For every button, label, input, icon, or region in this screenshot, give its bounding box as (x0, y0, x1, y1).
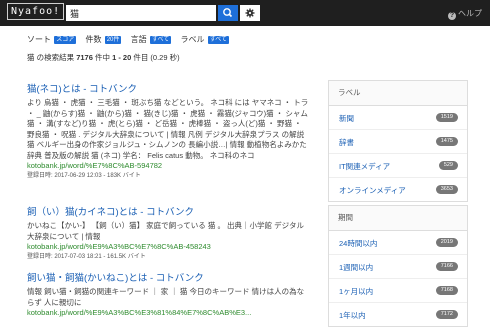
result-snippet: 情報 飼い猫・飼猫の関連キーワード ｜ 家 ｜ 猫 今日のキーワード 情けは人の… (27, 287, 305, 307)
count-badge: 2019 (435, 238, 458, 247)
site-logo[interactable]: Nyafoo! (7, 3, 65, 20)
period-item-label: 24時間以内 (339, 239, 378, 248)
panel-title: 期間 (329, 206, 467, 231)
label-item-label: 新聞 (339, 114, 354, 123)
label-item-it-media[interactable]: IT関連メディア 529 (329, 154, 467, 178)
label-item-label: IT関連メディア (339, 162, 391, 171)
result-snippet: かいねこ【かい‐】 【飼（い）猫】 家庭で飼っている 猫 。 出典｜小学館 デジ… (27, 221, 304, 241)
label-dropdown[interactable]: すべて (207, 35, 230, 44)
count-badge: 529 (438, 161, 458, 170)
count-dropdown[interactable]: 20件 (104, 35, 122, 44)
summary-mid: 件中 (94, 53, 110, 62)
result-title-link[interactable]: 猫(ネコ)とは - コトバンク (27, 81, 309, 95)
count-label: 件数 (85, 35, 102, 44)
count-badge: 3653 (435, 185, 458, 194)
search-input[interactable] (66, 5, 216, 21)
summary-suffix: 件目 (0.29 秒) (133, 53, 180, 62)
period-item-label: 1年以内 (339, 311, 366, 320)
label-item-dictionary[interactable]: 辞書 1475 (329, 130, 467, 154)
sort-label: ソート (27, 35, 51, 44)
label-item-label: 辞書 (339, 138, 354, 147)
period-item-1week[interactable]: 1週間以内 7166 (329, 255, 467, 279)
gear-icon (245, 8, 255, 18)
panel-title: ラベル (329, 81, 467, 106)
result-title-link[interactable]: 飼い猫・飼猫(かいねこ)とは - コトバンク (27, 270, 309, 284)
label-item-online-media[interactable]: オンラインメディア 3653 (329, 178, 467, 201)
result-summary: 猫 の検索結果 7176 件中 1 - 20 件目 (0.29 秒) (27, 52, 180, 63)
period-item-label: 1ヶ月以内 (339, 287, 374, 296)
settings-button[interactable] (240, 5, 260, 21)
search-icon (223, 8, 233, 18)
language-label: 言語 (130, 35, 147, 44)
search-result: 飼（い）猫(カイネコ)とは - コトバンク かいねこ【かい‐】 【飼（い）猫】 … (27, 204, 309, 262)
result-title-link[interactable]: 飼（い）猫(カイネコ)とは - コトバンク (27, 204, 309, 218)
sort-options-bar: ソート スコア 件数 20件 言語 すべて ラベル すべて (27, 34, 236, 45)
period-item-1year[interactable]: 1年以内 7172 (329, 303, 467, 326)
label-filter-label: ラベル (180, 35, 205, 44)
help-link[interactable]: ? ヘルプ (448, 8, 482, 20)
result-meta: 登録日時: 2017-07-03 18:21 - 161.5K バイト (27, 254, 146, 260)
label-item-label: オンラインメディア (339, 186, 406, 195)
result-url[interactable]: kotobank.jp/word/%E9%A3%BC%E7%8C%AB-4582… (27, 242, 309, 252)
search-result: 飼い猫・飼猫(かいねこ)とは - コトバンク 情報 飼い猫・飼猫の関連キーワード… (27, 270, 309, 318)
count-badge: 7166 (435, 262, 458, 271)
period-item-label: 1週間以内 (339, 263, 374, 272)
period-filter-panel: 期間 24時間以内 2019 1週間以内 7166 1ヶ月以内 7168 1年以… (328, 205, 468, 327)
search-result: 猫(ネコ)とは - コトバンク より 烏猫 ・ 虎猫 ・ 三毛猫 ・ 斑ぶち猫 … (27, 81, 309, 181)
top-navbar: Nyafoo! ?ヘルプ (0, 0, 490, 26)
count-badge: 7168 (435, 286, 458, 295)
help-label: ヘルプ (458, 9, 482, 18)
summary-prefix: 猫 の検索結果 (27, 53, 75, 62)
label-item-news[interactable]: 新聞 1519 (329, 106, 467, 130)
summary-total: 7176 (76, 53, 93, 62)
result-url[interactable]: kotobank.jp/word/%E9%A3%BC%E3%81%84%E7%8… (27, 308, 309, 318)
search-button[interactable] (218, 5, 238, 21)
label-filter-panel: ラベル 新聞 1519 辞書 1475 IT関連メディア 529 オンラインメデ… (328, 80, 468, 202)
result-snippet: より 烏猫 ・ 虎猫 ・ 三毛猫 ・ 斑ぶち猫 などという。 ネコ科 には ヤマ… (27, 98, 309, 160)
language-dropdown[interactable]: すべて (149, 35, 172, 44)
count-badge: 1475 (435, 137, 458, 146)
result-meta: 登録日時: 2017-06-29 12:03 - 183K バイト (27, 173, 141, 179)
count-badge: 7172 (435, 310, 458, 319)
summary-range: 1 - 20 (112, 53, 132, 62)
question-circle-icon: ? (448, 12, 456, 20)
result-url[interactable]: kotobank.jp/word/%E7%8C%AB-594782 (27, 161, 309, 171)
count-badge: 1519 (435, 113, 458, 122)
sort-dropdown[interactable]: スコア (54, 35, 77, 44)
period-item-1month[interactable]: 1ヶ月以内 7168 (329, 279, 467, 303)
period-item-24h[interactable]: 24時間以内 2019 (329, 231, 467, 255)
